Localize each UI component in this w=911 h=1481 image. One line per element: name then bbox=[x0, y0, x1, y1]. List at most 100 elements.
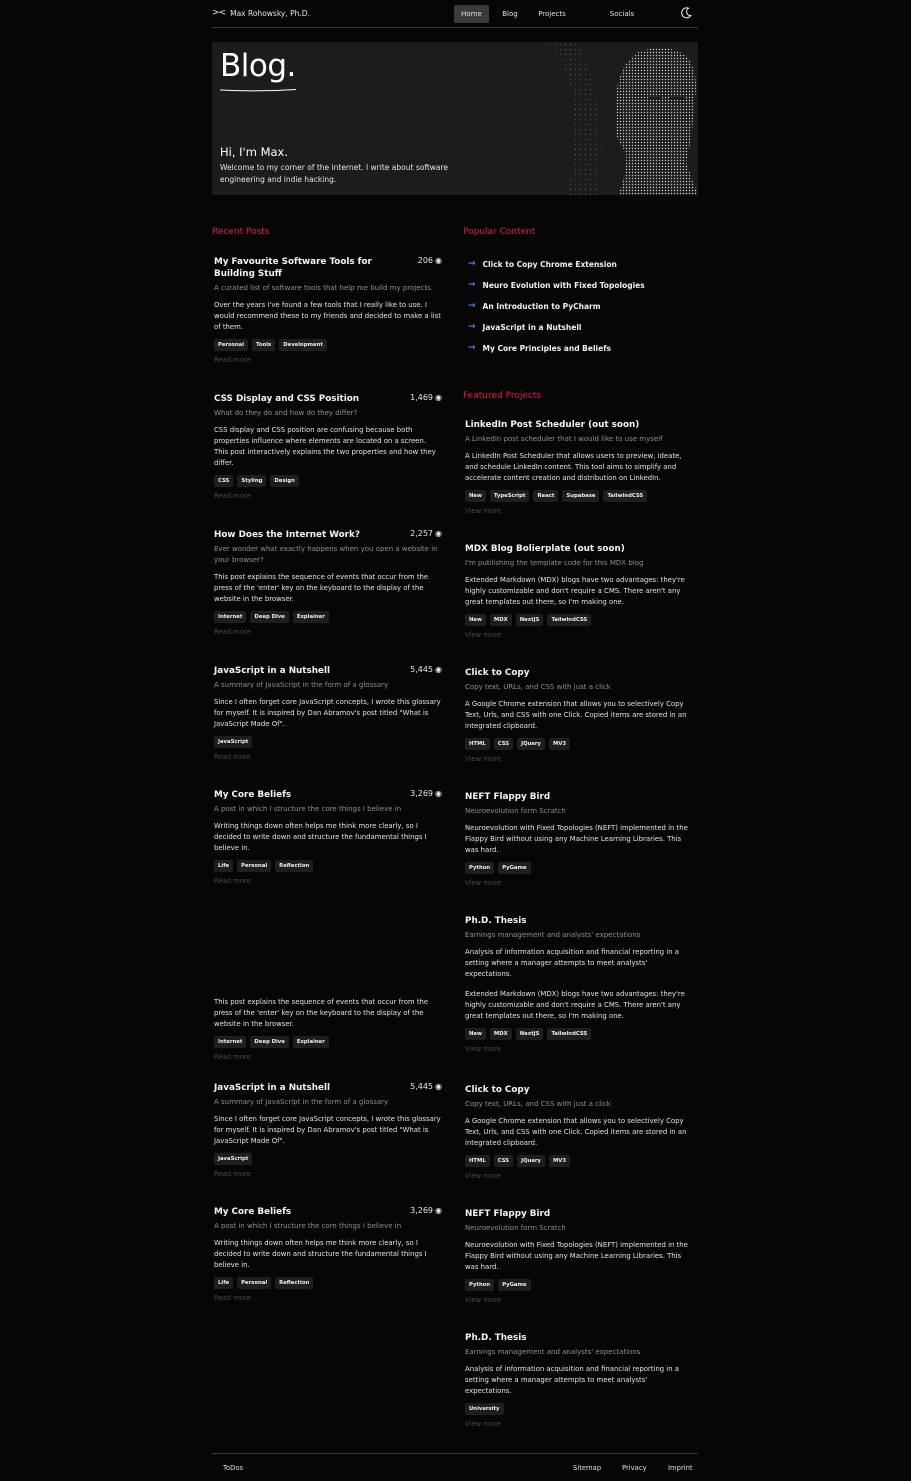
nav-blog[interactable]: Blog bbox=[498, 5, 522, 23]
tag[interactable]: Personal bbox=[237, 1277, 272, 1289]
project-card[interactable]: Ph.D. Thesis Earnings management and anal… bbox=[465, 915, 693, 1053]
blog-post-card[interactable]: JavaScript in a Nutshell 5,445 ◉ A summary … bbox=[214, 1082, 442, 1178]
project-card[interactable]: NEFT Flappy Bird Neuroevolution form Scra… bbox=[465, 791, 693, 887]
card-title[interactable]: My Core Beliefs bbox=[214, 1206, 291, 1218]
read-more-link[interactable]: Read more bbox=[214, 492, 442, 500]
blog-post-card[interactable]: My Core Beliefs 3,269 ◉ A post in which I s… bbox=[214, 789, 442, 885]
tag[interactable]: Explainer bbox=[292, 611, 329, 623]
card-title[interactable]: CSS Display and CSS Position bbox=[214, 393, 359, 405]
tag[interactable]: Life bbox=[214, 860, 234, 872]
tag[interactable]: JQuery bbox=[517, 1155, 545, 1167]
read-more-link[interactable]: Read more bbox=[214, 877, 442, 885]
tag[interactable]: TailwindCSS bbox=[547, 1028, 592, 1040]
tag[interactable]: Personal bbox=[214, 339, 249, 351]
view-more-link[interactable]: View more bbox=[465, 1296, 693, 1304]
tag[interactable]: JavaScript bbox=[214, 1153, 253, 1165]
read-more-link[interactable]: Read more bbox=[214, 1053, 442, 1061]
project-card[interactable]: LinkedIn Post Scheduler (out soon) A Link… bbox=[465, 419, 693, 515]
read-more-link[interactable]: Read more bbox=[214, 356, 442, 364]
tag[interactable]: Internet bbox=[214, 1036, 247, 1048]
card-title[interactable]: NEFT Flappy Bird bbox=[465, 791, 550, 803]
project-card[interactable]: Click to Copy Copy text, URLs, and CSS wi… bbox=[465, 667, 693, 763]
tag[interactable]: TailwindCSS bbox=[603, 490, 648, 502]
tag[interactable]: CSS bbox=[493, 1155, 514, 1167]
brand-link[interactable]: >< Max Rohowsky, Ph.D. bbox=[212, 8, 310, 18]
tag[interactable]: Python bbox=[465, 862, 495, 874]
blog-post-card[interactable]: How Does the Internet Work? 2,257 ◉ Ever wo… bbox=[214, 529, 442, 636]
card-title[interactable]: Ph.D. Thesis bbox=[465, 915, 526, 927]
nav-home[interactable]: Home bbox=[454, 5, 489, 23]
tag[interactable]: New bbox=[465, 614, 486, 626]
card-title[interactable]: Click to Copy bbox=[465, 667, 529, 679]
read-more-link[interactable]: Read more bbox=[214, 753, 442, 761]
tag[interactable]: Supabase bbox=[562, 490, 600, 502]
footer-sitemap-link[interactable]: Sitemap bbox=[573, 1464, 601, 1472]
blog-post-card[interactable]: My Favourite Software Tools for Building… bbox=[214, 256, 442, 364]
blog-post-card[interactable]: CSS Display and CSS Position 1,469 ◉ What d… bbox=[214, 393, 442, 500]
tag[interactable]: MV3 bbox=[549, 1155, 571, 1167]
tag[interactable]: Deep Dive bbox=[250, 611, 289, 623]
tag[interactable]: JavaScript bbox=[214, 736, 253, 748]
card-title[interactable]: MDX Blog Bolierplate (out soon) bbox=[465, 543, 625, 555]
popular-item[interactable]: → My Core Principles and Beliefs bbox=[468, 343, 611, 353]
card-title[interactable]: LinkedIn Post Scheduler (out soon) bbox=[465, 419, 639, 431]
tag[interactable]: NextJS bbox=[515, 614, 544, 626]
card-title[interactable]: JavaScript in a Nutshell bbox=[214, 665, 330, 677]
tag[interactable]: Life bbox=[214, 1277, 234, 1289]
read-more-link[interactable]: Read more bbox=[214, 628, 442, 636]
tag[interactable]: Internet bbox=[214, 611, 247, 623]
card-title[interactable]: Click to Copy bbox=[465, 1084, 529, 1096]
tag[interactable]: TypeScript bbox=[489, 490, 530, 502]
tag[interactable]: Deep Dive bbox=[250, 1036, 289, 1048]
tag[interactable]: Python bbox=[465, 1279, 495, 1291]
footer-privacy-link[interactable]: Privacy bbox=[622, 1464, 647, 1472]
popular-item[interactable]: → Click to Copy Chrome Extension bbox=[468, 259, 617, 269]
blog-post-card[interactable]: This post explains the sequence of event… bbox=[214, 991, 442, 1061]
tag[interactable]: Styling bbox=[237, 475, 267, 487]
tag[interactable]: Tools bbox=[252, 339, 276, 351]
tag[interactable]: New bbox=[465, 490, 486, 502]
tag[interactable]: MV3 bbox=[549, 738, 571, 750]
tag[interactable]: Explainer bbox=[292, 1036, 329, 1048]
tag[interactable]: PyGame bbox=[498, 1279, 531, 1291]
tag[interactable]: Personal bbox=[237, 860, 272, 872]
moon-icon[interactable] bbox=[679, 6, 693, 20]
tag[interactable]: PyGame bbox=[498, 862, 531, 874]
tag[interactable]: University bbox=[465, 1403, 504, 1415]
nav-projects[interactable]: Projects bbox=[534, 5, 570, 23]
tag[interactable]: JQuery bbox=[517, 738, 545, 750]
card-title[interactable]: Ph.D. Thesis bbox=[465, 1332, 526, 1344]
card-title[interactable]: JavaScript in a Nutshell bbox=[214, 1082, 330, 1094]
project-card[interactable]: MDX Blog Bolierplate (out soon) I'm publi… bbox=[465, 543, 693, 639]
tag[interactable]: MDX bbox=[489, 614, 512, 626]
view-more-link[interactable]: View more bbox=[465, 1420, 693, 1428]
view-more-link[interactable]: View more bbox=[465, 631, 693, 639]
view-more-link[interactable]: View more bbox=[465, 1045, 693, 1053]
view-more-link[interactable]: View more bbox=[465, 755, 693, 763]
nav-socials[interactable]: Socials bbox=[605, 5, 639, 23]
project-card[interactable]: Ph.D. Thesis Earnings management and anal… bbox=[465, 1332, 693, 1428]
tag[interactable]: Reflection bbox=[275, 860, 314, 872]
view-more-link[interactable]: View more bbox=[465, 1172, 693, 1180]
tag[interactable]: Design bbox=[270, 475, 299, 487]
project-card[interactable]: Click to Copy Copy text, URLs, and CSS wi… bbox=[465, 1084, 693, 1180]
footer-imprint-link[interactable]: Imprint bbox=[668, 1464, 693, 1472]
card-title[interactable]: My Core Beliefs bbox=[214, 789, 291, 801]
tag[interactable]: HTML bbox=[465, 738, 490, 750]
view-more-link[interactable]: View more bbox=[465, 879, 693, 887]
tag[interactable]: New bbox=[465, 1028, 486, 1040]
tag[interactable]: React bbox=[533, 490, 559, 502]
card-title[interactable]: NEFT Flappy Bird bbox=[465, 1208, 550, 1220]
tag[interactable]: CSS bbox=[493, 738, 514, 750]
tag[interactable]: Development bbox=[279, 339, 327, 351]
footer-todos-link[interactable]: ToDos bbox=[223, 1464, 243, 1472]
popular-item[interactable]: → JavaScript in a Nutshell bbox=[468, 322, 581, 332]
popular-item[interactable]: → Neuro Evolution with Fixed Topologies bbox=[468, 280, 645, 290]
read-more-link[interactable]: Read more bbox=[214, 1294, 442, 1302]
tag[interactable]: NextJS bbox=[515, 1028, 544, 1040]
tag[interactable]: Reflection bbox=[275, 1277, 314, 1289]
view-more-link[interactable]: View more bbox=[465, 507, 693, 515]
tag[interactable]: CSS bbox=[214, 475, 234, 487]
card-title[interactable]: My Favourite Software Tools for Building… bbox=[214, 256, 414, 280]
blog-post-card[interactable]: JavaScript in a Nutshell 5,445 ◉ A summary … bbox=[214, 665, 442, 761]
